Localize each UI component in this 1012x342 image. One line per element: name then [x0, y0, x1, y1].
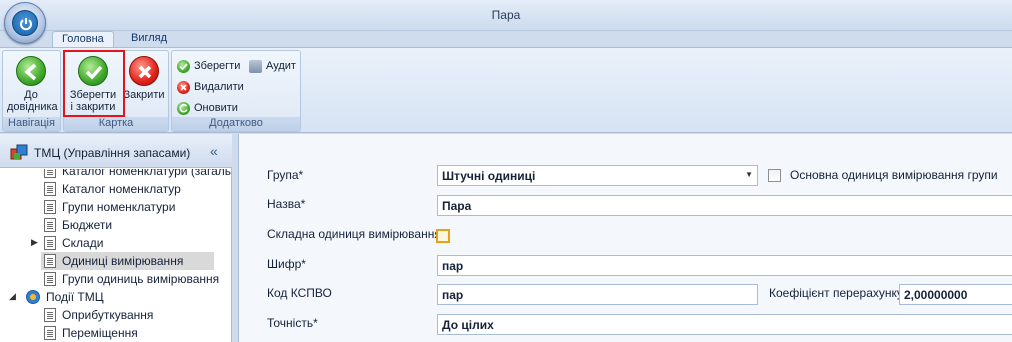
title-bar: Пара — [0, 0, 1012, 31]
navigation-title: ТМЦ (Управління запасами) — [34, 146, 191, 160]
tree-item[interactable]: Групи номенклатури — [44, 198, 175, 216]
tab-view[interactable]: Вигляд — [122, 31, 176, 47]
refresh-label: Оновити — [194, 102, 238, 114]
back-to-directory-button[interactable]: До довідника — [7, 54, 58, 116]
delete-button[interactable]: Видалити — [177, 78, 244, 96]
precision-label: Точність* — [267, 316, 318, 330]
refresh-icon — [177, 101, 190, 115]
navigation-header: ТМЦ (Управління запасами) « — [0, 134, 232, 168]
inventory-icon — [10, 144, 28, 160]
code-value: пар — [442, 259, 464, 273]
tree-item-label: Переміщення — [62, 326, 138, 340]
kspvo-field[interactable]: пар — [437, 284, 758, 305]
document-icon — [44, 182, 56, 196]
ribbon-tabs: Головна Вигляд — [0, 31, 1012, 47]
events-icon — [26, 290, 40, 304]
precision-value: До цілих — [442, 318, 494, 332]
group-caption-card: Картка — [64, 117, 168, 131]
document-icon — [44, 200, 56, 214]
refresh-button[interactable]: Оновити — [177, 99, 238, 117]
code-label: Шифр* — [267, 257, 306, 271]
name-field[interactable]: Пара — [437, 195, 1012, 216]
tree-item-label: Оприбуткування — [62, 308, 154, 322]
document-icon — [44, 254, 56, 268]
group-extra: Зберегти Аудит Видалити Оновити Додатков… — [171, 50, 301, 132]
tree-item[interactable]: Групи одиниць вимірювання — [44, 270, 219, 288]
highlight-frame — [63, 50, 125, 117]
main-unit-label: Основна одиниця вимірювання групи — [790, 168, 998, 182]
tree-item-label: Бюджети — [62, 218, 113, 232]
window-title: Пара — [491, 8, 521, 22]
group-select[interactable]: Штучні одиниці ▼ — [437, 165, 758, 186]
name-value: Пара — [442, 199, 472, 213]
tree-item-label: Каталог номенклатури (загальн — [62, 169, 231, 178]
back-label-line1: До — [24, 89, 38, 101]
tree-item[interactable]: Каталог номенклатур — [44, 180, 181, 198]
ribbon: До довідника Навігація Зберегти і закрит… — [0, 47, 1012, 133]
precision-field[interactable]: До цілих — [437, 314, 1012, 335]
close-label: Закрити — [123, 89, 165, 101]
power-icon — [12, 10, 38, 36]
collapse-arrow-icon[interactable]: ◢ — [9, 291, 16, 302]
save-label: Зберегти — [194, 60, 241, 72]
group-caption-navigation: Навігація — [3, 117, 60, 131]
document-icon — [44, 272, 56, 286]
navigation-pane: ТМЦ (Управління запасами) « Каталог номе… — [0, 134, 232, 342]
coefficient-value: 2,00000000 — [904, 288, 968, 302]
main-unit-checkbox[interactable] — [768, 169, 781, 182]
name-label: Назва* — [267, 197, 306, 211]
delete-label: Видалити — [194, 81, 244, 93]
application-menu-button[interactable] — [4, 2, 46, 44]
coefficient-field[interactable]: 2,00000000 — [899, 284, 1012, 305]
audit-label: Аудит — [266, 60, 296, 72]
group-label: Група* — [267, 168, 304, 182]
tree-item-label: Одиниці вимірювання — [62, 254, 184, 268]
collapse-pane-icon[interactable]: « — [210, 143, 218, 159]
code-field[interactable]: пар — [437, 255, 1012, 276]
form-area: Група* Штучні одиниці ▼ Основна одиниця … — [238, 134, 1012, 342]
checkmark-icon — [177, 59, 190, 73]
arrow-left-icon — [16, 56, 46, 86]
tree-item-label: Групи одиниць вимірювання — [62, 272, 220, 286]
close-icon — [129, 56, 159, 86]
tree-item[interactable]: Каталог номенклатури (загальн — [44, 169, 231, 180]
document-icon — [44, 326, 56, 340]
composite-unit-label: Складна одиниця вимірювання — [267, 227, 441, 241]
expand-arrow-icon[interactable]: ▶ — [31, 237, 38, 248]
document-icon — [44, 169, 56, 178]
tree-group[interactable]: Події ТМЦ — [26, 288, 104, 306]
tree-item-selected[interactable]: Одиниці вимірювання — [41, 252, 214, 270]
group-value: Штучні одиниці — [442, 169, 536, 183]
navigation-tree: Каталог номенклатури (загальн Каталог но… — [0, 169, 231, 342]
document-icon — [44, 218, 56, 232]
tree-item-label: Групи номенклатури — [62, 200, 176, 214]
dropdown-arrow-icon[interactable]: ▼ — [745, 170, 753, 179]
coefficient-label: Коефіцієнт перерахунку — [769, 286, 903, 300]
audit-icon — [249, 59, 262, 73]
tree-item-label: Каталог номенклатур — [62, 182, 181, 196]
delete-icon — [177, 80, 190, 94]
tree-item[interactable]: Склади — [44, 234, 103, 252]
tree-item[interactable]: Бюджети — [44, 216, 112, 234]
tab-home[interactable]: Головна — [52, 31, 114, 47]
kspvo-label: Код КСПВО — [267, 286, 332, 300]
tree-item-label: Склади — [62, 236, 104, 250]
save-button[interactable]: Зберегти — [177, 57, 240, 75]
tree-group-label: Події ТМЦ — [46, 290, 104, 304]
tree-item[interactable]: Оприбуткування — [44, 306, 153, 324]
tree-item[interactable]: Переміщення — [44, 324, 138, 342]
document-icon — [44, 236, 56, 250]
back-label-line2: довідника — [7, 101, 58, 113]
audit-button[interactable]: Аудит — [249, 57, 296, 75]
group-navigation: До довідника Навігація — [2, 50, 61, 132]
group-caption-extra: Додатково — [172, 117, 300, 131]
close-button[interactable]: Закрити — [120, 54, 168, 116]
document-icon — [44, 308, 56, 322]
composite-unit-checkbox[interactable] — [436, 229, 450, 243]
kspvo-value: пар — [442, 288, 464, 302]
